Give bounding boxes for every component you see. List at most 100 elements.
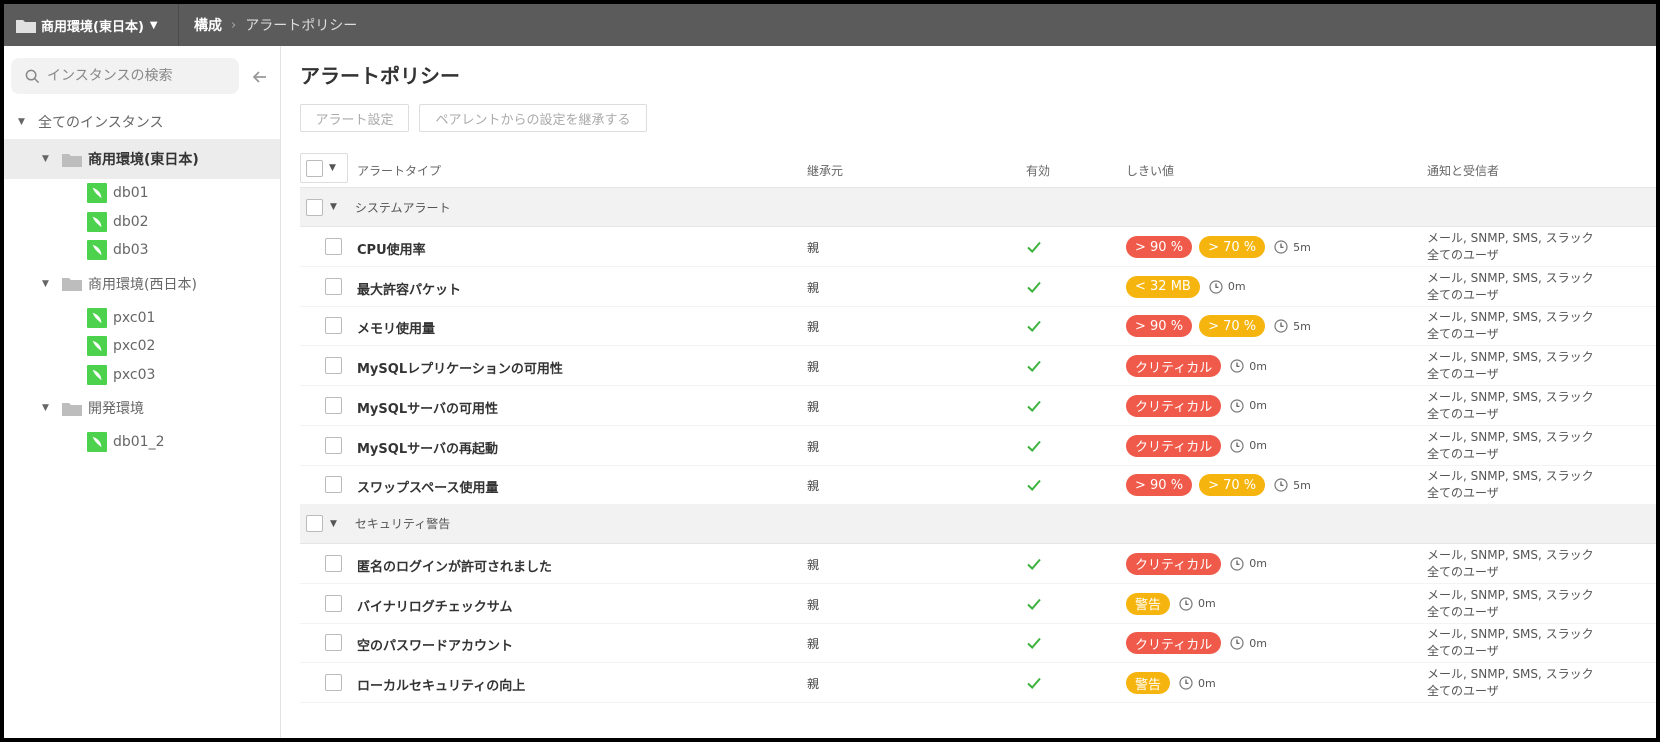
alert-name[interactable]: バイナリログチェックサム <box>357 596 512 615</box>
alert-name[interactable]: 匿名のログインが許可されました <box>357 556 552 575</box>
table-row[interactable]: 空のパスワードアカウント 親 クリティカル 0m メール, SNMP, SMS, スラッ… <box>300 623 1656 664</box>
triangle-down-icon[interactable]: ▼ <box>42 403 52 413</box>
row-checkbox[interactable] <box>325 554 342 572</box>
leaf-icon <box>92 340 102 352</box>
threshold: > 90 % > 70 % 5m <box>1126 236 1311 258</box>
check-icon <box>1027 321 1041 333</box>
section-header[interactable]: ▼ セキュリティ警告 <box>300 504 1656 544</box>
row-checkbox[interactable] <box>325 634 342 652</box>
row-checkbox[interactable] <box>325 594 342 612</box>
select-all-checkbox[interactable] <box>306 159 323 177</box>
tree-instance[interactable]: pxc03 <box>4 361 280 389</box>
column-enabled[interactable]: 有効 <box>1026 162 1050 179</box>
environment-selector[interactable]: 商用環境(東日本) ▼ <box>4 4 179 46</box>
table-row[interactable]: MySQLサーバの可用性 親 クリティカル 0m メール, SNMP, SMS, スラッ… <box>300 386 1656 426</box>
column-inherited[interactable]: 継承元 <box>807 162 843 179</box>
notification: メール, SNMP, SMS, スラック 全てのユーザ <box>1427 429 1594 463</box>
collapse-sidebar-icon[interactable] <box>249 66 271 88</box>
clock-icon <box>1230 359 1244 373</box>
inherited-from: 親 <box>807 280 820 295</box>
alert-name[interactable]: CPU使用率 <box>357 239 426 258</box>
table-row[interactable]: MySQLレプリケーションの可用性 親 クリティカル 0m メール, SNMP, SMS… <box>300 346 1656 387</box>
tree-group-2[interactable]: ▼ 開発環境 <box>4 394 280 422</box>
section-checkbox[interactable] <box>306 198 323 216</box>
clock-icon <box>1274 240 1288 254</box>
table-row[interactable]: 匿名のログインが許可されました 親 クリティカル 0m メール, SNMP, SMS, … <box>300 544 1656 584</box>
column-notify[interactable]: 通知と受信者 <box>1427 162 1499 179</box>
alert-name[interactable]: MySQLサーバの再起動 <box>357 438 498 457</box>
tree-instance[interactable]: pxc01 <box>4 304 280 332</box>
alert-settings-button[interactable]: アラート設定 <box>300 104 409 132</box>
leaf-icon <box>92 312 102 323</box>
table-row[interactable]: スワップスペース使用量 親 > 90 % > 70 % 5m メール, SNMP, SMS… <box>300 465 1656 506</box>
breadcrumb-config[interactable]: 構成 <box>194 15 222 35</box>
clock-icon <box>1274 478 1288 492</box>
section-label: セキュリティ警告 <box>354 517 451 532</box>
threshold-badge: > 70 % <box>1199 236 1266 258</box>
threshold: > 90 % > 70 % 5m <box>1126 474 1311 497</box>
table-row[interactable]: メモリ使用量 親 > 90 % > 70 % 5m メール, SNMP, SMS, スラッ… <box>300 306 1656 347</box>
tree-instance[interactable]: db01 <box>4 179 280 207</box>
inherited-from: 親 <box>807 399 820 414</box>
section-header[interactable]: ▼ システムアラート <box>300 188 1656 227</box>
tree-instance-label: pxc03 <box>113 366 156 383</box>
notification: メール, SNMP, SMS, スラック 全てのユーザ <box>1427 349 1594 383</box>
alert-name[interactable]: メモリ使用量 <box>357 318 435 337</box>
inherit-settings-button[interactable]: ペアレントからの設定を継承する <box>419 104 647 132</box>
tree-instance-label: db01 <box>113 185 149 201</box>
row-checkbox[interactable] <box>325 476 342 494</box>
folder-icon <box>62 278 82 291</box>
column-alert-type[interactable]: アラートタイプ <box>357 162 441 179</box>
notify-channels: メール, SNMP, SMS, スラック <box>1427 389 1594 404</box>
caret-down-icon[interactable]: ▼ <box>330 202 337 212</box>
inherited-from: 親 <box>807 479 820 494</box>
table-row[interactable]: CPU使用率 親 > 90 % > 70 % 5m メール, SNMP, SMS, スラッ… <box>300 227 1656 267</box>
row-checkbox[interactable] <box>325 238 342 255</box>
column-threshold[interactable]: しきい値 <box>1126 162 1174 179</box>
table-row[interactable]: 最大許容パケット 親 < 32 MB 0m メール, SNMP, SMS, スラック 全て… <box>300 267 1656 307</box>
threshold-badge: > 70 % <box>1199 474 1266 497</box>
alert-name[interactable]: MySQLサーバの可用性 <box>357 398 498 417</box>
caret-down-icon[interactable]: ▼ <box>330 519 337 529</box>
instance-search[interactable] <box>11 58 239 94</box>
top-bar: 商用環境(東日本) ▼ 構成 › アラートポリシー <box>4 4 1656 46</box>
row-checkbox[interactable] <box>325 674 342 691</box>
select-all-dropdown[interactable]: ▼ <box>300 153 348 183</box>
tree-instance[interactable]: db02 <box>4 208 280 236</box>
tree-group-1[interactable]: ▼ 商用環境(西日本) <box>4 270 280 298</box>
clock-icon <box>1230 399 1244 413</box>
tree-root[interactable]: ▼ 全てのインスタンス <box>4 108 280 136</box>
table-row[interactable]: MySQLサーバの再起動 親 クリティカル 0m メール, SNMP, SMS, スラッ… <box>300 426 1656 466</box>
check-icon <box>1027 598 1041 610</box>
tree-instance[interactable]: pxc02 <box>4 332 280 360</box>
triangle-down-icon[interactable]: ▼ <box>42 154 52 164</box>
alert-name[interactable]: 空のパスワードアカウント <box>357 635 513 654</box>
section-checkbox[interactable] <box>306 515 323 533</box>
alert-name[interactable]: MySQLレプリケーションの可用性 <box>357 358 563 377</box>
row-checkbox[interactable] <box>325 277 342 295</box>
table-row[interactable]: バイナリログチェックサム 親 警告 0m メール, SNMP, SMS, スラック 全ての… <box>300 584 1656 624</box>
tree-group-0[interactable]: ▼ 商用環境(東日本) <box>4 139 280 179</box>
row-checkbox[interactable] <box>325 396 342 414</box>
row-checkbox[interactable] <box>325 357 342 375</box>
alert-name[interactable]: スワップスペース使用量 <box>357 477 498 496</box>
triangle-down-icon[interactable]: ▼ <box>18 117 28 127</box>
threshold-badge: クリティカル <box>1126 355 1222 378</box>
row-checkbox[interactable] <box>325 317 342 335</box>
alert-name[interactable]: ローカルセキュリティの向上 <box>357 675 525 694</box>
tree-instance[interactable]: db03 <box>4 236 280 264</box>
triangle-down-icon[interactable]: ▼ <box>42 279 52 289</box>
table-row[interactable]: ローカルセキュリティの向上 親 警告 0m メール, SNMP, SMS, スラック 全て… <box>300 663 1656 703</box>
search-input[interactable] <box>47 68 227 84</box>
tree-instance[interactable]: db01_2 <box>4 428 280 456</box>
clock-icon <box>1179 596 1193 611</box>
caret-down-icon[interactable]: ▼ <box>329 163 336 173</box>
notify-recipients: 全てのユーザ <box>1427 644 1499 659</box>
notification: メール, SNMP, SMS, スラック 全てのユーザ <box>1427 270 1594 304</box>
row-checkbox[interactable] <box>325 436 342 454</box>
clock-icon <box>1230 557 1244 571</box>
threshold: クリティカル 0m <box>1126 434 1267 457</box>
alert-name[interactable]: 最大許容パケット <box>357 279 461 298</box>
notification: メール, SNMP, SMS, スラック 全てのユーザ <box>1427 626 1594 660</box>
notification: メール, SNMP, SMS, スラック 全てのユーザ <box>1427 230 1594 264</box>
